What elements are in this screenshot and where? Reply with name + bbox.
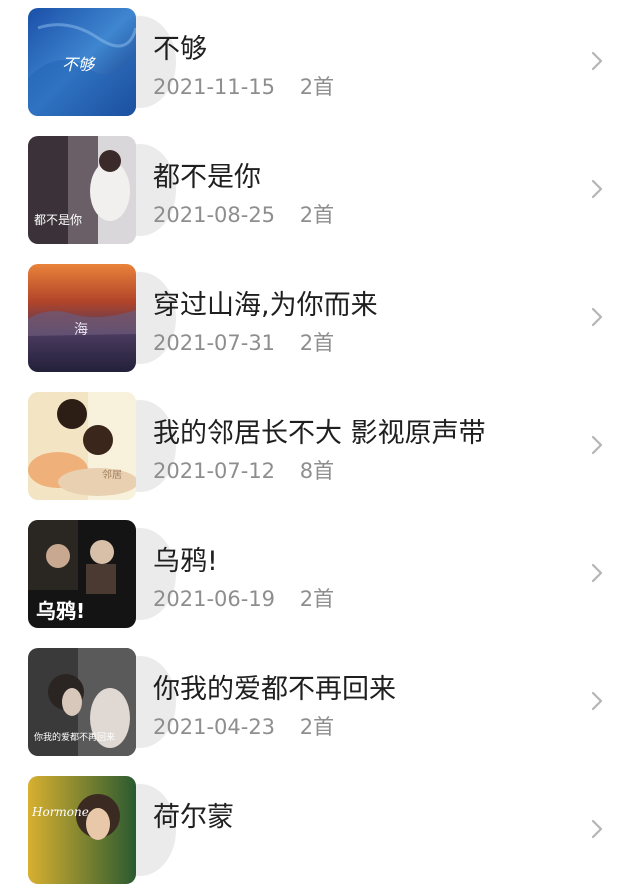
svg-text:海: 海 bbox=[74, 322, 88, 338]
album-cover[interactable]: Hormone bbox=[28, 776, 136, 884]
cover-container: 不够 bbox=[28, 8, 176, 116]
release-date: 2021-11-15 bbox=[153, 75, 276, 99]
track-count: 2首 bbox=[299, 331, 335, 355]
album-meta: 2021-11-15 2首 bbox=[153, 71, 334, 101]
chevron-right-icon[interactable] bbox=[588, 434, 606, 456]
album-row[interactable]: 你我的爱都不再回来 你我的爱都不再回来 2021-04-23 2首 bbox=[0, 640, 640, 768]
chevron-right-icon[interactable] bbox=[588, 818, 606, 840]
album-title: 荷尔蒙 bbox=[153, 802, 234, 833]
chevron-right-icon[interactable] bbox=[588, 562, 606, 584]
svg-text:邻居: 邻居 bbox=[102, 468, 122, 481]
track-count: 2首 bbox=[299, 75, 335, 99]
album-row[interactable]: Hormone 荷尔蒙 bbox=[0, 768, 640, 896]
album-meta: 2021-07-12 8首 bbox=[153, 455, 334, 485]
album-title: 我的邻居长不大 影视原声带 bbox=[153, 418, 486, 449]
album-meta: 2021-06-19 2首 bbox=[153, 583, 334, 613]
release-date: 2021-08-25 bbox=[153, 203, 276, 227]
album-title: 穿过山海,为你而来 bbox=[153, 290, 378, 321]
album-cover[interactable]: 都不是你 bbox=[28, 136, 136, 244]
album-cover[interactable]: 邻居 bbox=[28, 392, 136, 500]
cover-container: Hormone bbox=[28, 776, 176, 884]
track-count: 2首 bbox=[299, 715, 335, 739]
album-row[interactable]: 不够 不够 2021-11-15 2首 bbox=[0, 0, 640, 128]
album-title: 乌鸦! bbox=[153, 546, 218, 577]
chevron-right-icon[interactable] bbox=[588, 690, 606, 712]
cover-container: 乌鸦! bbox=[28, 520, 176, 628]
album-row[interactable]: 海 穿过山海,为你而来 2021-07-31 2首 bbox=[0, 256, 640, 384]
svg-text:乌鸦!: 乌鸦! bbox=[36, 599, 85, 623]
album-cover[interactable]: 乌鸦! bbox=[28, 520, 136, 628]
album-row[interactable]: 都不是你 都不是你 2021-08-25 2首 bbox=[0, 128, 640, 256]
track-count: 8首 bbox=[299, 459, 335, 483]
album-cover[interactable]: 海 bbox=[28, 264, 136, 372]
cover-container: 海 bbox=[28, 264, 176, 372]
album-cover[interactable]: 不够 bbox=[28, 8, 136, 116]
release-date: 2021-04-23 bbox=[153, 715, 276, 739]
album-cover[interactable]: 你我的爱都不再回来 bbox=[28, 648, 136, 756]
album-meta: 2021-04-23 2首 bbox=[153, 711, 334, 741]
chevron-right-icon[interactable] bbox=[588, 50, 606, 72]
svg-text:不够: 不够 bbox=[62, 55, 96, 74]
cover-container: 都不是你 bbox=[28, 136, 176, 244]
svg-text:你我的爱都不再回来: 你我的爱都不再回来 bbox=[34, 731, 115, 743]
release-date: 2021-07-12 bbox=[153, 459, 276, 483]
chevron-right-icon[interactable] bbox=[588, 306, 606, 328]
album-title: 都不是你 bbox=[153, 162, 261, 193]
svg-text:Hormone: Hormone bbox=[31, 805, 89, 819]
cover-container: 邻居 bbox=[28, 392, 176, 500]
album-meta: 2021-07-31 2首 bbox=[153, 327, 334, 357]
chevron-right-icon[interactable] bbox=[588, 178, 606, 200]
album-meta: 2021-08-25 2首 bbox=[153, 199, 334, 229]
track-count: 2首 bbox=[299, 587, 335, 611]
album-row[interactable]: 乌鸦! 乌鸦! 2021-06-19 2首 bbox=[0, 512, 640, 640]
album-row[interactable]: 邻居 我的邻居长不大 影视原声带 2021-07-12 8首 bbox=[0, 384, 640, 512]
album-title: 不够 bbox=[153, 34, 207, 65]
release-date: 2021-06-19 bbox=[153, 587, 276, 611]
album-title: 你我的爱都不再回来 bbox=[153, 674, 396, 705]
release-date: 2021-07-31 bbox=[153, 331, 276, 355]
track-count: 2首 bbox=[299, 203, 335, 227]
cover-container: 你我的爱都不再回来 bbox=[28, 648, 176, 756]
svg-text:都不是你: 都不是你 bbox=[34, 213, 82, 227]
